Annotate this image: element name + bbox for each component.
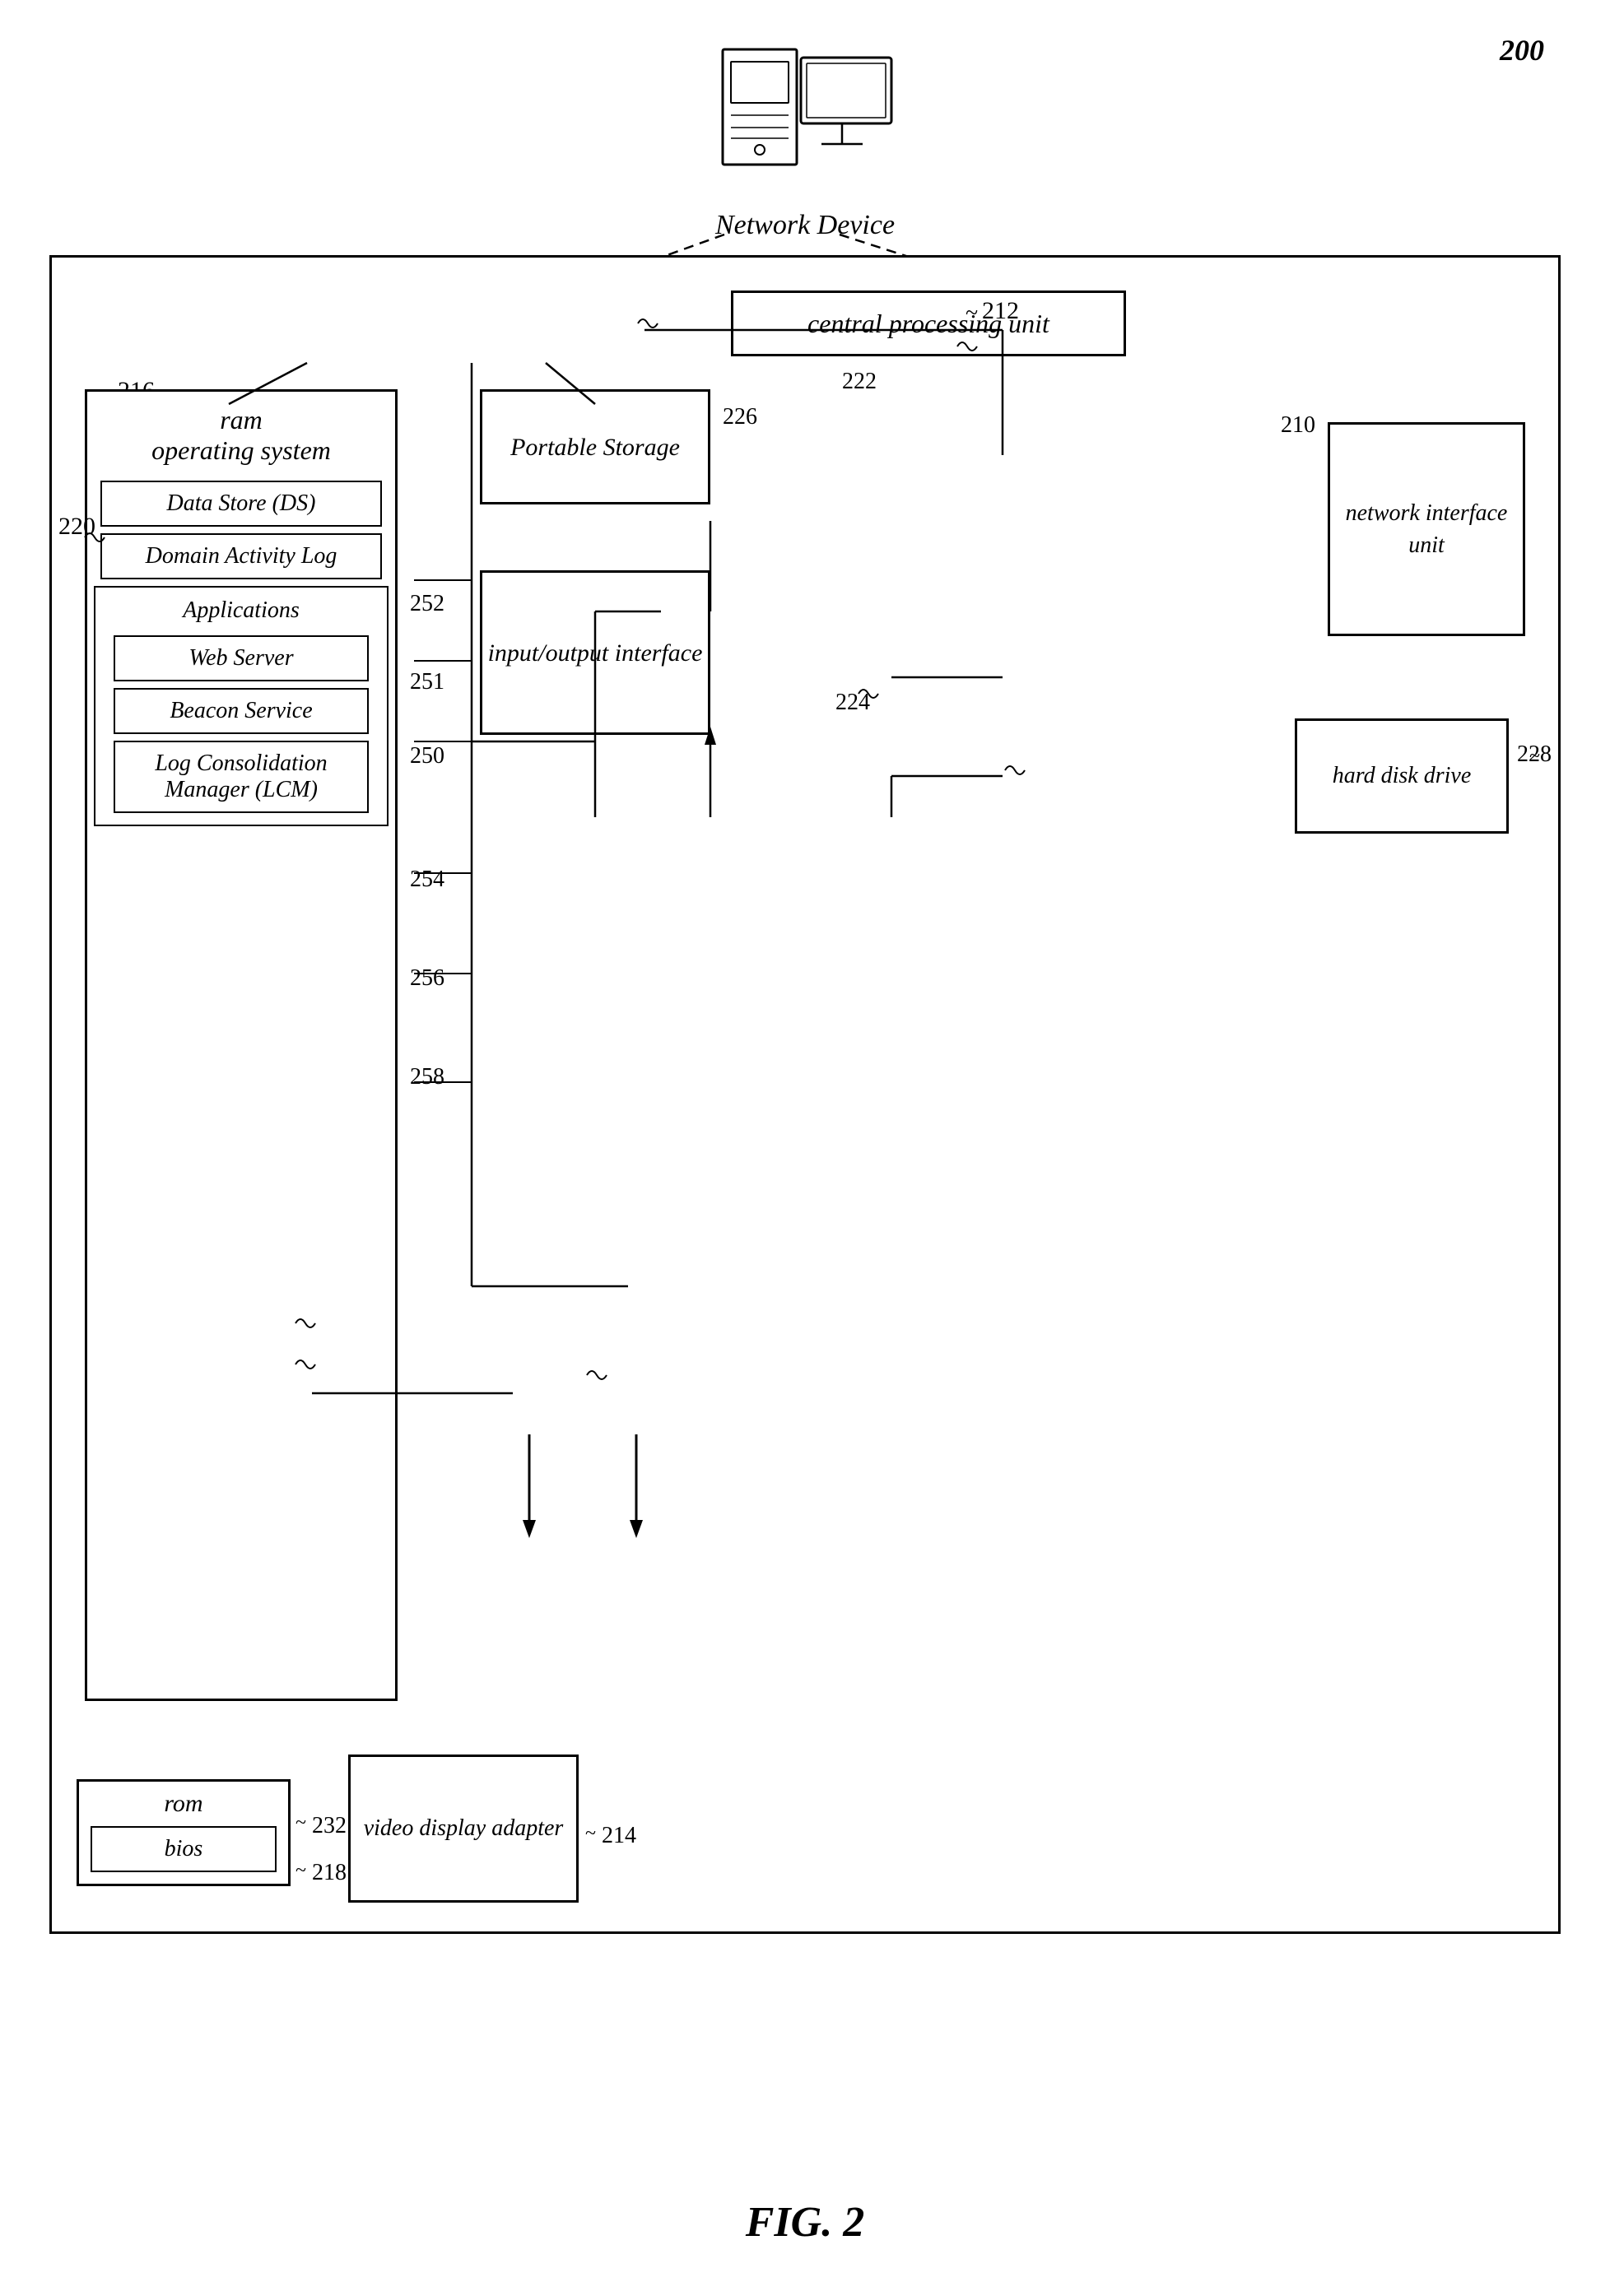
applications-label: Applications: [100, 593, 382, 629]
os-label: operating system: [87, 435, 395, 474]
web-server-box: Web Server: [114, 635, 369, 681]
rom-label: rom: [87, 1790, 280, 1823]
figure-number-label: 200: [1500, 33, 1544, 67]
ram-os-box: ram operating system Data Store (DS) Dom…: [85, 389, 398, 1701]
portable-storage-label: Portable Storage: [510, 431, 680, 463]
portable-storage-box: Portable Storage: [480, 389, 710, 504]
beacon-service-box: Beacon Service: [114, 688, 369, 734]
ref-214: 214: [602, 1823, 636, 1849]
log-consolidation-box: Log Consolidation Manager (LCM): [114, 741, 369, 813]
network-interface-unit-box: network interface unit: [1328, 422, 1525, 636]
ram-label: ram: [87, 392, 395, 435]
domain-activity-log-box: Domain Activity Log: [100, 533, 382, 579]
ref-254: 254: [410, 867, 444, 893]
niu-label: network interface unit: [1330, 497, 1523, 561]
ref-232: 232: [312, 1813, 347, 1839]
ref-226: 226: [723, 404, 757, 430]
ref-220: 220: [58, 513, 95, 541]
io-interface-label: input/output interface: [488, 637, 703, 669]
cpu-ref: 212: [982, 297, 1019, 325]
data-store-box: Data Store (DS): [100, 481, 382, 527]
log-consolidation-label: Log Consolidation Manager (LCM): [155, 751, 327, 802]
domain-activity-log-label: Domain Activity Log: [146, 543, 337, 569]
ref-228: 228: [1517, 741, 1552, 768]
ref-251: 251: [410, 669, 444, 695]
ref-218-wavy: ~: [295, 1860, 306, 1882]
web-server-label: Web Server: [188, 645, 293, 671]
rom-outer-box: rom bios: [77, 1779, 291, 1886]
ref-222: 222: [842, 369, 877, 395]
vda-label: video display adapter: [364, 1812, 564, 1844]
network-device-area: Network Device: [640, 33, 970, 241]
bios-label: bios: [165, 1836, 203, 1861]
io-interface-box: input/output interface: [480, 570, 710, 735]
cpu-box: central processing unit: [731, 290, 1126, 356]
rom-area: rom bios: [77, 1779, 291, 1886]
bios-box: bios: [91, 1826, 277, 1872]
ref-218: 218: [312, 1860, 347, 1886]
hdd-label: hard disk drive: [1333, 761, 1472, 791]
applications-outer-box: Applications Web Server Beacon Service L…: [94, 586, 389, 826]
computer-icon: [714, 33, 896, 198]
ref-256: 256: [410, 965, 444, 992]
data-store-label: Data Store (DS): [167, 490, 316, 516]
cpu-ref-wavy: ~: [966, 300, 978, 327]
ref-214-wavy: ~: [585, 1823, 596, 1845]
ref-250: 250: [410, 743, 444, 769]
ref-258: 258: [410, 1064, 444, 1090]
beacon-service-label: Beacon Service: [170, 698, 312, 723]
ref-232-wavy: ~: [295, 1812, 306, 1834]
ref-210: 210: [1281, 412, 1315, 439]
ref-224: 224: [835, 690, 870, 716]
video-display-adapter-box: video display adapter: [348, 1755, 579, 1903]
network-device-label: Network Device: [640, 210, 970, 241]
figure-caption: FIG. 2: [746, 2198, 864, 2247]
page-container: 200 Network Device central processing un…: [0, 0, 1610, 2296]
hard-disk-drive-box: hard disk drive: [1295, 718, 1509, 834]
ref-252: 252: [410, 591, 444, 617]
main-diagram-box: central processing unit ~ 212 216 ram op…: [49, 255, 1561, 1934]
